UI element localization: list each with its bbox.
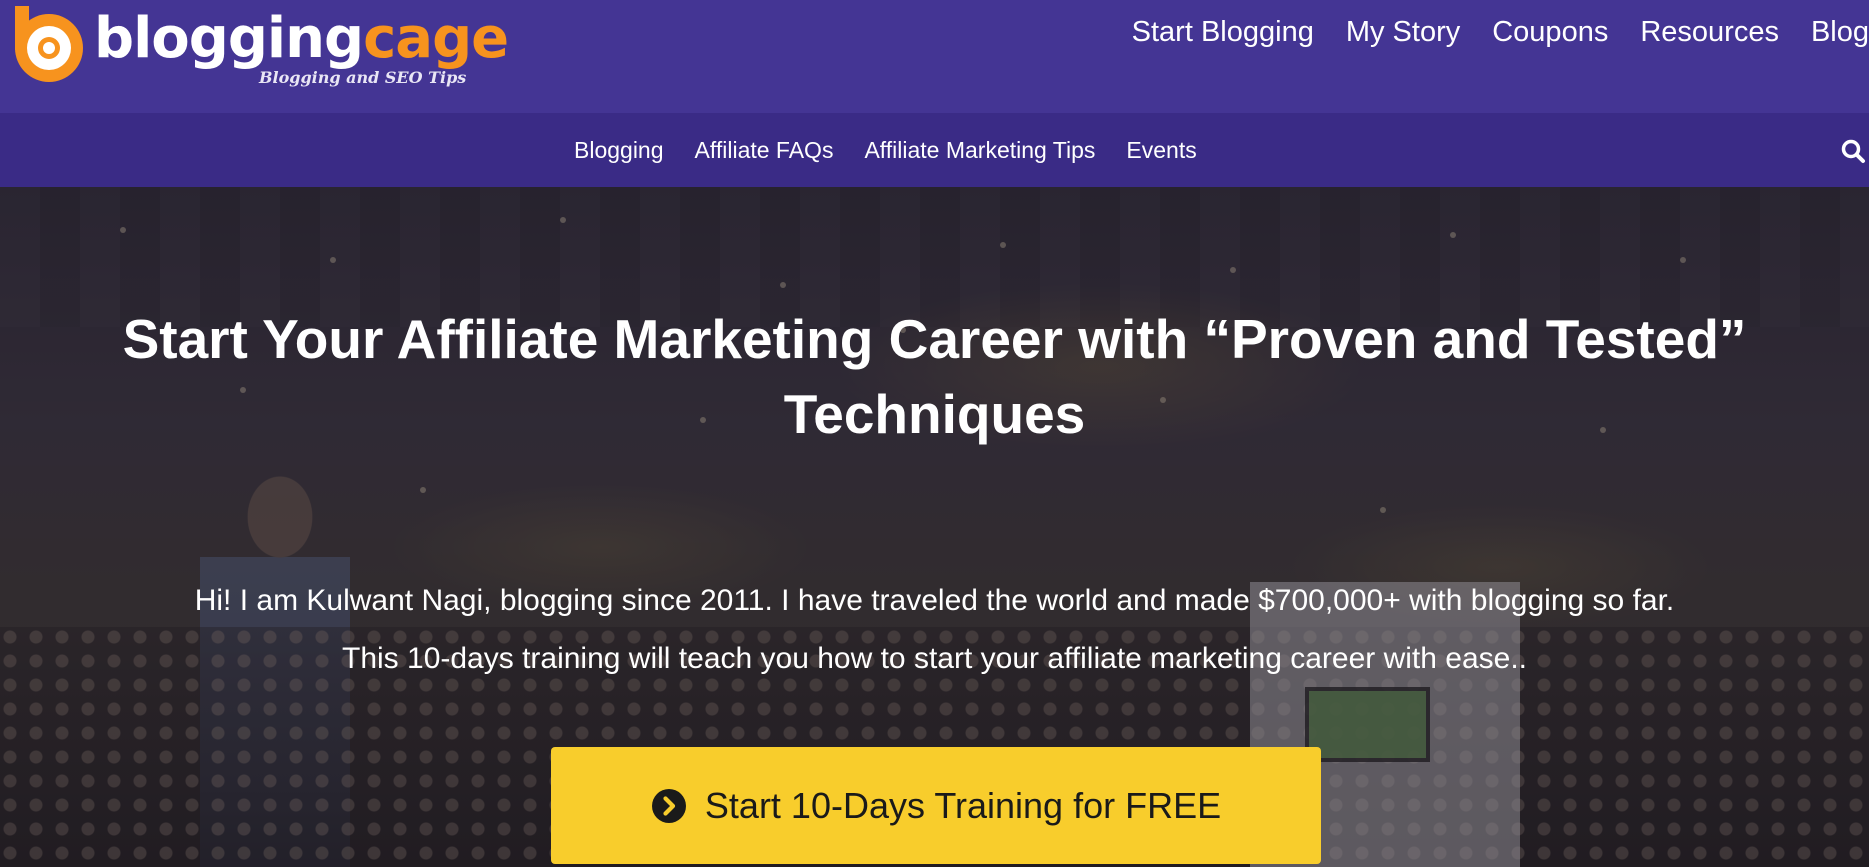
nav-my-story[interactable]: My Story	[1346, 16, 1460, 49]
nav-start-blogging[interactable]: Start Blogging	[1132, 16, 1314, 49]
hero-description-line-2: This 10-days training will teach you how…	[342, 642, 1527, 675]
subnav-affiliate-marketing-tips[interactable]: Affiliate Marketing Tips	[864, 137, 1095, 164]
nav-coupons[interactable]: Coupons	[1492, 16, 1608, 49]
secondary-nav: Blogging Affiliate FAQs Affiliate Market…	[574, 113, 1197, 187]
hero-section: Start Your Affiliate Marketing Career wi…	[0, 187, 1869, 867]
subnav-events[interactable]: Events	[1126, 137, 1196, 164]
hero-title-line-2: Techniques	[783, 383, 1086, 445]
hero-description: Hi! I am Kulwant Nagi, blogging since 20…	[40, 572, 1829, 688]
hero-title: Start Your Affiliate Marketing Career wi…	[40, 302, 1829, 452]
hero-title-line-1: Start Your Affiliate Marketing Career wi…	[122, 308, 1747, 370]
hero-description-line-1: Hi! I am Kulwant Nagi, blogging since 20…	[194, 584, 1675, 617]
main-nav: Start Blogging My Story Coupons Resource…	[1132, 12, 1869, 52]
subnav-affiliate-faqs[interactable]: Affiliate FAQs	[695, 137, 834, 164]
site-logo[interactable]: bloggingcage Blogging and SEO Tips	[6, 2, 509, 102]
search-icon[interactable]	[1840, 138, 1866, 164]
start-training-button[interactable]: Start 10-Days Training for FREE	[551, 747, 1321, 864]
nav-blog[interactable]: Blog	[1811, 16, 1869, 49]
logo-tagline: Blogging and SEO Tips	[259, 68, 467, 87]
site-header: bloggingcage Blogging and SEO Tips Start…	[0, 0, 1869, 113]
chevron-circle-right-icon	[651, 788, 686, 823]
start-training-button-label: Start 10-Days Training for FREE	[704, 784, 1222, 826]
logo-word-blogging: blogging	[94, 6, 364, 71]
subnav-blogging[interactable]: Blogging	[574, 137, 664, 164]
secondary-nav-bar: Blogging Affiliate FAQs Affiliate Market…	[0, 113, 1869, 187]
logo-icon	[15, 6, 83, 82]
logo-wordmark: bloggingcage	[94, 2, 509, 76]
logo-word-cage: cage	[363, 6, 509, 71]
nav-resources[interactable]: Resources	[1640, 16, 1779, 49]
